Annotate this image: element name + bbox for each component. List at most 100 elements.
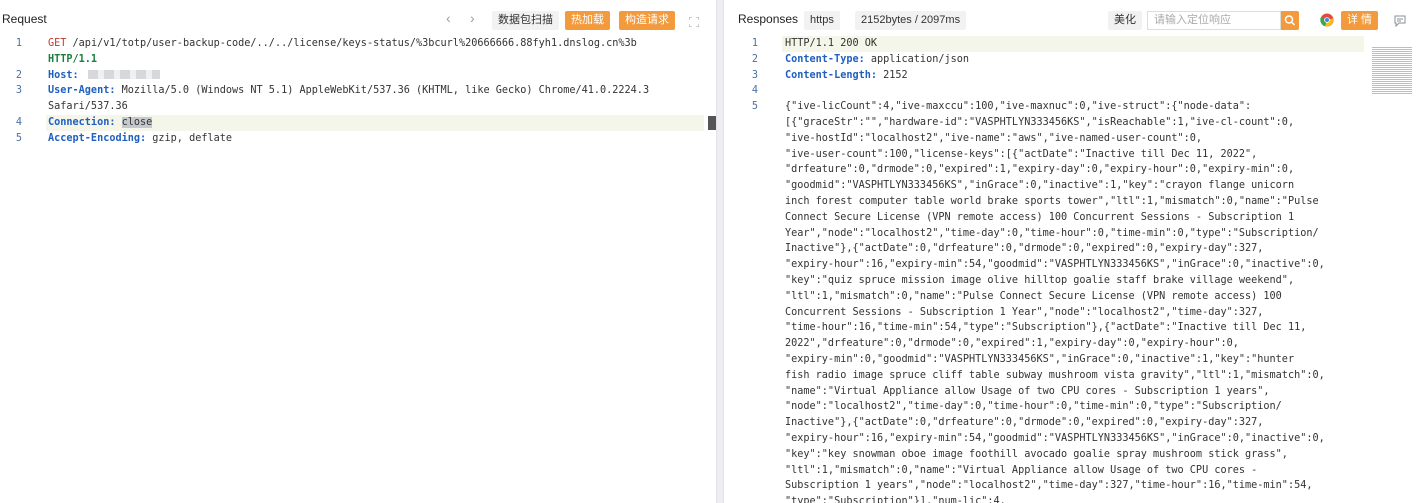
line-number: [740, 352, 770, 368]
code-line: "key":"quiz spruce mission image olive h…: [785, 273, 1294, 289]
line-number: [740, 320, 770, 336]
request-editor[interactable]: 1 GET /api/v1/totp/user-backup-code/../..…: [0, 36, 716, 503]
line-number: 1: [15, 38, 23, 49]
code-token: "expiry-hour":16,"expiry-min":54,"goodmi…: [785, 259, 1325, 271]
code-token: Year","node":"localhost2","time-day":0,"…: [785, 227, 1319, 239]
code-line: Inactive"},{"actDate":0,"drfeature":0,"d…: [785, 241, 1263, 257]
details-button[interactable]: 详 情: [1341, 11, 1379, 30]
code-token: {"ive-licCount":4,"ive-maxccu":100,"ive-…: [785, 101, 1252, 113]
code-token: "expiry-hour":16,"expiry-min":54,"goodmi…: [785, 433, 1325, 444]
request-pane: Request ‹ › 数据包扫描 热加载 构造请求 1 GET /api/v1/…: [0, 0, 716, 503]
line-number: 1: [751, 38, 759, 49]
scrollbar-thumb[interactable]: [708, 116, 716, 130]
code-line: Inactive"},{"actDate":0,"drfeature":0,"d…: [785, 415, 1263, 431]
code-line: [{"graceStr":"","hardware-id":"VASPHTLYN…: [785, 115, 1294, 131]
code-token: inch forest computer table world brake s…: [785, 196, 1319, 207]
code-line: "ltl":1,"mismatch":0,"name":"Virtual App…: [785, 463, 1257, 479]
hot-load-button[interactable]: 热加载: [565, 11, 610, 30]
line-number: 4: [751, 85, 759, 97]
line-number: [740, 273, 770, 289]
code-token: Subscription 1 years","node":"localhost2…: [785, 480, 1313, 492]
code-line: 2022","drfeature":0,"drmode":0,"expired"…: [785, 336, 1239, 352]
code-line: Safari/537.36: [48, 99, 128, 115]
code-token: "goodmid":"VASPHTLYN333456KS","inGrace":…: [785, 180, 1295, 192]
code-line: HTTP/1.1 200 OK: [785, 36, 877, 52]
size-time-badge: 2152bytes / 2097ms: [855, 11, 967, 30]
line-number: [740, 178, 770, 194]
redacted-host-value: [88, 70, 160, 79]
comment-icon[interactable]: [1394, 14, 1406, 28]
pane-divider[interactable]: [716, 0, 724, 503]
line-number: [740, 289, 770, 305]
protocol-badge: https: [804, 11, 840, 30]
line-number: [740, 115, 770, 131]
response-header: Responses https 2152bytes / 2097ms 美化 请输…: [724, 8, 1416, 32]
code-token: Content-Type:: [785, 53, 865, 65]
line-number: [740, 399, 770, 415]
code-token: Host:: [48, 69, 79, 81]
expand-icon[interactable]: [688, 14, 700, 28]
line-number: [740, 226, 770, 242]
code-line: Content-Type: application/json: [785, 52, 969, 68]
code-token: "key":"key snowman oboe image foothill a…: [785, 448, 1288, 460]
code-token: Inactive"},{"actDate":0,"drfeature":0,"d…: [785, 243, 1264, 255]
line-number: 5: [15, 132, 23, 144]
code-token: Accept-Encoding:: [48, 132, 147, 144]
code-token: "name":"Virtual Appliance allow Usage of…: [785, 385, 1270, 397]
code-token: HTTP/1.1 200 OK: [785, 38, 878, 49]
code-line: "expiry-min":0,"goodmid":"VASPHTLYN33345…: [785, 352, 1294, 368]
code-line: "type":"Subscription"}],"num-lic":4,: [785, 494, 1006, 503]
code-line: Host:: [48, 68, 85, 84]
code-token: User-Agent:: [48, 85, 116, 97]
line-number: [740, 305, 770, 321]
line-number: [740, 478, 770, 494]
code-line: "ltl":1,"mismatch":0,"name":"Pulse Conne…: [785, 289, 1282, 305]
line-number: [740, 431, 770, 447]
code-token: application/json: [864, 53, 970, 65]
response-editor[interactable]: 1 HTTP/1.1 200 OK 2 Content-Type: applicati…: [724, 36, 1416, 503]
code-token: gzip, deflate: [146, 132, 233, 144]
code-token: Inactive"},{"actDate":0,"drfeature":0,"d…: [785, 417, 1264, 429]
minimap[interactable]: [1372, 46, 1412, 94]
code-line: "expiry-hour":16,"expiry-min":54,"goodmi…: [785, 257, 1325, 273]
line-number: 4: [15, 117, 23, 128]
build-request-button[interactable]: 构造请求: [619, 11, 675, 30]
code-line: User-Agent: Mozilla/5.0 (Windows NT 5.1)…: [48, 83, 655, 99]
locate-search-input[interactable]: 请输入定位响应: [1147, 11, 1281, 30]
code-line: Accept-Encoding: gzip, deflate: [48, 131, 232, 147]
packet-scan-button[interactable]: 数据包扫描: [492, 11, 559, 30]
code-line: "expiry-hour":16,"expiry-min":54,"goodmi…: [785, 431, 1325, 447]
code-line: Year","node":"localhost2","time-day":0,"…: [785, 226, 1319, 242]
code-token: "ltl":1,"mismatch":0,"name":"Pulse Conne…: [785, 290, 1282, 302]
code-line: Concurrent Sessions - Subscription 1 Yea…: [785, 305, 1263, 321]
code-token: "drfeature":0,"drmode":0,"expired":1,"ex…: [785, 164, 1295, 176]
code-token: "type":"Subscription"}],"num-lic":4,: [785, 496, 1006, 503]
line-number: [740, 257, 770, 273]
back-arrow-icon[interactable]: ‹: [446, 10, 451, 26]
code-token: Content-Length:: [785, 69, 878, 81]
code-line: Subscription 1 years","node":"localhost2…: [785, 478, 1312, 494]
beautify-button[interactable]: 美化: [1108, 11, 1142, 30]
code-line: fish radio image spruce cliff table subw…: [785, 368, 1325, 384]
line-number: 3: [15, 85, 23, 97]
code-token: "ltl":1,"mismatch":0,"name":"Virtual App…: [785, 464, 1258, 476]
code-token: Safari/537.36: [48, 101, 128, 113]
request-header: Request ‹ › 数据包扫描 热加载 构造请求: [0, 8, 716, 32]
code-line: Connection: close: [48, 115, 153, 131]
line-number: [740, 368, 770, 384]
code-token: 2152: [877, 69, 908, 81]
line-number: 5: [751, 101, 759, 113]
search-icon[interactable]: [1281, 11, 1299, 30]
line-number: [740, 415, 770, 431]
chrome-icon[interactable]: [1320, 13, 1334, 27]
code-line: "time-hour":16,"time-min":54,"type":"Sub…: [785, 320, 1306, 336]
line-number: [4, 99, 34, 115]
code-token: fish radio image spruce cliff table subw…: [785, 369, 1325, 381]
forward-arrow-icon[interactable]: ›: [470, 10, 475, 26]
line-number: [740, 494, 770, 503]
request-title: Request: [2, 12, 47, 26]
code-token: GET: [48, 38, 67, 49]
code-token: Connection:: [48, 117, 116, 128]
code-token: "expiry-min":0,"goodmid":"VASPHTLYN33345…: [785, 354, 1295, 365]
